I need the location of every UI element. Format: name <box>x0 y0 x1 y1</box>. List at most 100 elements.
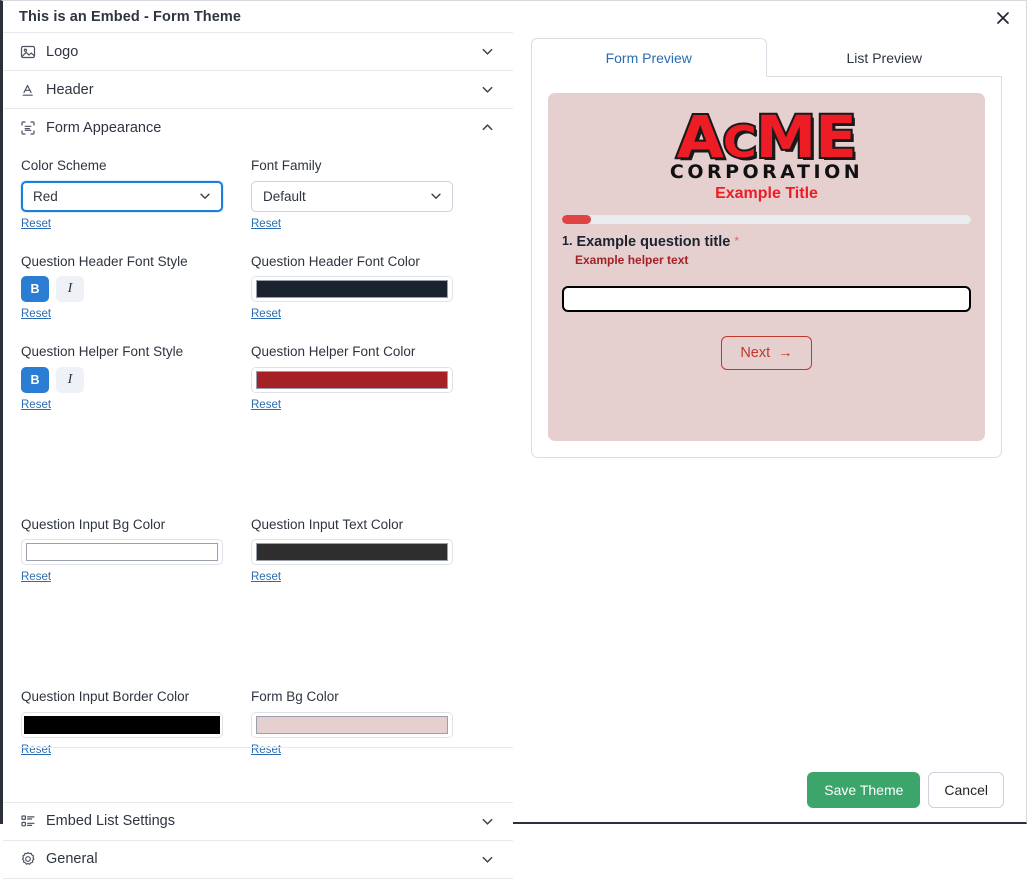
text-underline-icon <box>20 82 42 98</box>
bold-toggle-helper[interactable]: B <box>21 366 49 393</box>
close-icon[interactable] <box>988 5 1018 31</box>
question-header-font-color-picker[interactable] <box>251 276 453 303</box>
logo-letter-a: A <box>675 103 726 171</box>
color-scheme-value: Red <box>33 188 58 204</box>
reset-font-family[interactable]: Reset <box>251 218 281 230</box>
field-label: Color Scheme <box>21 158 107 173</box>
field-color-scheme: Color Scheme Red Reset <box>21 158 251 232</box>
bold-toggle-header[interactable]: B <box>21 276 49 303</box>
accordion-label-logo: Logo <box>46 43 79 60</box>
chevron-down-icon[interactable] <box>480 82 495 97</box>
tab-form-preview[interactable]: Form Preview <box>531 38 767 77</box>
form-bg-color-picker[interactable] <box>251 711 453 738</box>
accordion-label-form-appearance: Form Appearance <box>46 119 162 136</box>
font-family-select[interactable]: Default <box>251 180 453 212</box>
next-button-row: Next → <box>562 335 971 370</box>
required-asterisk: * <box>734 233 740 248</box>
font-style-toggle-group: B I <box>21 366 251 393</box>
appearance-row: Question Input Bg Color Reset Question I… <box>21 517 495 608</box>
field-question-helper-font-style: Question Helper Font Style B I Reset <box>21 344 251 413</box>
reset-color-scheme[interactable]: Reset <box>21 218 51 230</box>
accordion-section-form-appearance: Form Appearance Color Scheme Red Reset F… <box>3 108 513 802</box>
accordion-header-form-appearance[interactable]: Form Appearance <box>3 109 513 146</box>
color-swatch <box>26 543 218 562</box>
color-swatch <box>256 543 448 562</box>
field-question-helper-font-color: Question Helper Font Color Reset <box>251 344 481 413</box>
field-label: Question Input Text Color <box>251 516 404 532</box>
chevron-down-icon <box>198 189 212 203</box>
dialog-titlebar: This is an Embed - Form Theme <box>3 1 1026 32</box>
color-scheme-select[interactable]: Red <box>21 180 223 212</box>
question-input-border-color-picker[interactable] <box>21 711 223 738</box>
image-icon <box>20 44 42 60</box>
italic-toggle-header[interactable]: I <box>56 276 84 303</box>
field-label: Form Bg Color <box>251 689 339 705</box>
logo-letters-me: ME <box>754 103 859 171</box>
dialog-body: Logo Header Form Appearance Color Scheme… <box>3 32 1026 879</box>
field-label: Question Header Font Style <box>21 253 188 269</box>
question-title-row: 1. Example question title * <box>562 234 971 250</box>
chevron-down-icon[interactable] <box>480 852 495 867</box>
form-scan-icon <box>20 120 42 136</box>
field-question-input-bg-color: Question Input Bg Color Reset <box>21 517 251 586</box>
page-title: This is an Embed - Form Theme <box>19 8 242 25</box>
question-helper-text: Example helper text <box>575 252 689 267</box>
accordion-header-logo[interactable]: Logo <box>3 33 513 70</box>
question-number: 1. <box>562 233 573 248</box>
save-theme-button[interactable]: Save Theme <box>807 772 921 808</box>
color-swatch <box>256 715 448 734</box>
field-label: Question Input Bg Color <box>21 516 166 532</box>
question-helper-font-color-picker[interactable] <box>251 366 453 393</box>
appearance-row: Color Scheme Red Reset Font Family Defau… <box>21 158 495 254</box>
reset-question-header-font-color[interactable]: Reset <box>251 308 281 320</box>
accordion-header-header[interactable]: Header <box>3 71 513 108</box>
appearance-row: Question Header Font Style B I Reset Que… <box>21 254 495 345</box>
reset-question-input-text-color[interactable]: Reset <box>251 571 281 583</box>
reset-question-input-bg-color[interactable]: Reset <box>21 571 51 583</box>
color-swatch <box>24 715 220 734</box>
question-input-text-color-picker[interactable] <box>251 539 453 566</box>
accordion-section-header: Header <box>3 70 513 108</box>
field-question-input-text-color: Question Input Text Color Reset <box>251 517 481 586</box>
reset-question-header-font-style[interactable]: Reset <box>21 308 51 320</box>
cancel-button[interactable]: Cancel <box>928 772 1004 808</box>
field-label: Question Header Font Color <box>251 253 420 269</box>
field-label: Question Helper Font Style <box>21 344 184 360</box>
arrow-right-icon: → <box>778 344 793 361</box>
next-button-label: Next <box>740 344 771 361</box>
gear-icon <box>20 851 42 867</box>
chevron-down-icon[interactable] <box>480 44 495 59</box>
form-appearance-panel: Color Scheme Red Reset Font Family Defau… <box>3 146 513 802</box>
dialog-footer: Save Theme Cancel <box>3 747 1026 822</box>
accordion-label-general: General <box>46 851 98 868</box>
italic-toggle-helper[interactable]: I <box>56 366 84 393</box>
tab-list-preview[interactable]: List Preview <box>767 38 1003 77</box>
form-preview-canvas: ACME CORPORATION Example Title 1. Exampl… <box>548 93 985 441</box>
accordion-section-logo: Logo <box>3 32 513 70</box>
accordion-label-header: Header <box>46 81 94 98</box>
accordion-header-general[interactable]: General <box>3 840 513 878</box>
field-question-header-font-color: Question Header Font Color Reset <box>251 254 481 323</box>
form-theme-dialog: This is an Embed - Form Theme Logo Heade… <box>0 0 1027 879</box>
preview-panel: ACME CORPORATION Example Title 1. Exampl… <box>531 77 1002 458</box>
progress-bar-track <box>562 214 971 224</box>
progress-bar-fill <box>562 214 591 224</box>
reset-question-helper-font-color[interactable]: Reset <box>251 399 281 411</box>
field-font-family: Font Family Default Reset <box>251 158 481 232</box>
acme-logo-wordmark: ACME <box>675 106 859 168</box>
next-button[interactable]: Next → <box>721 335 812 370</box>
appearance-row: Question Helper Font Style B I Reset Que… <box>21 344 495 435</box>
chevron-up-icon[interactable] <box>480 120 495 135</box>
preview-tabs: Form Preview List Preview <box>531 37 1002 77</box>
field-question-header-font-style: Question Header Font Style B I Reset <box>21 254 251 323</box>
question-input-bg-color-picker[interactable] <box>21 539 223 566</box>
chevron-down-icon <box>429 189 443 203</box>
color-swatch <box>256 280 448 299</box>
color-swatch <box>256 370 448 389</box>
footer-buttons: Save Theme Cancel <box>3 748 1004 808</box>
font-style-toggle-group: B I <box>21 276 251 303</box>
field-label: Question Input Border Color <box>21 689 190 705</box>
reset-question-helper-font-style[interactable]: Reset <box>21 399 51 411</box>
question-input-field[interactable] <box>562 285 971 312</box>
question-title: Example question title <box>576 233 731 250</box>
